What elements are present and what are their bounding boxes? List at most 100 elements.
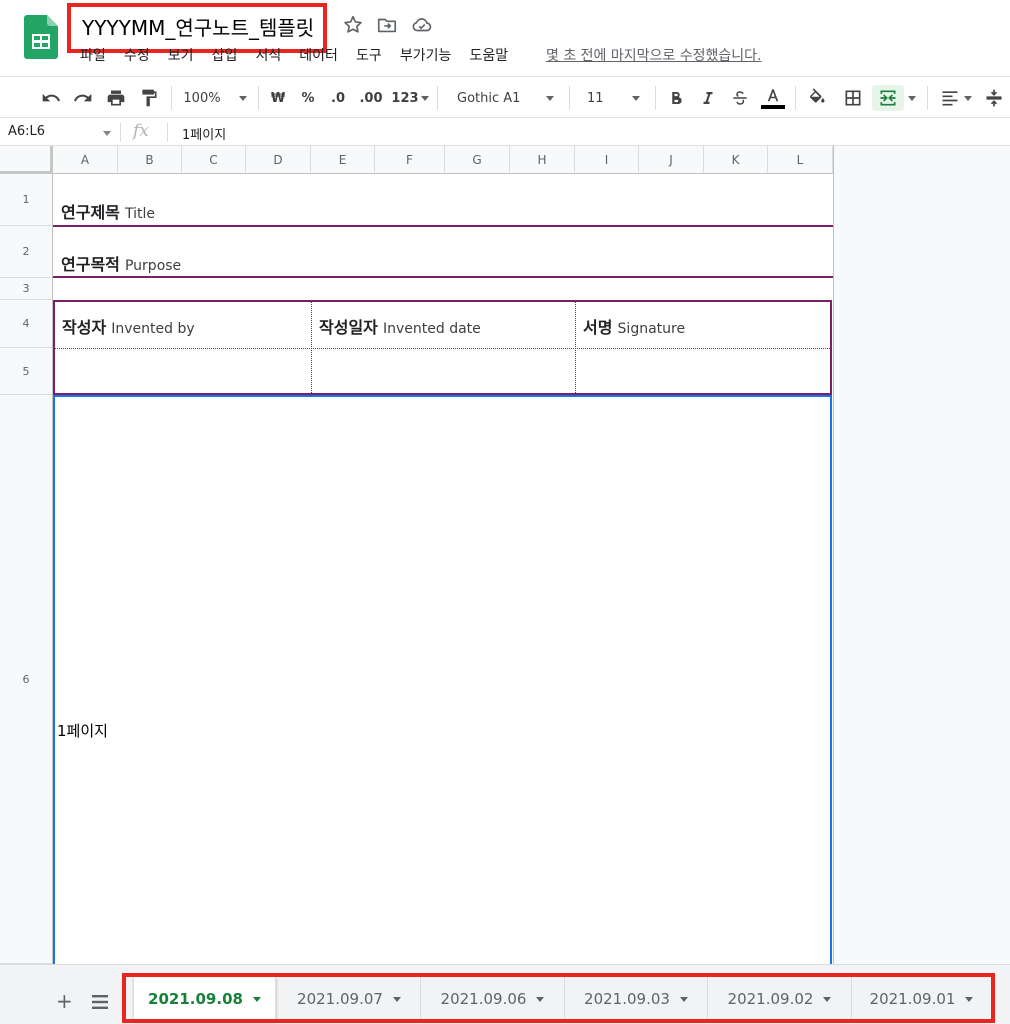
chevron-down-icon — [546, 95, 554, 101]
menu-edit[interactable]: 수정 — [124, 45, 150, 65]
spreadsheet-grid[interactable]: A B C D E F G H I J K L 1 2 3 4 5 6 연구제목… — [0, 146, 1010, 964]
menu-insert[interactable]: 삽입 — [212, 45, 238, 65]
italic-button[interactable] — [696, 85, 720, 111]
menu-data[interactable]: 데이터 — [299, 45, 338, 65]
column-header-c[interactable]: C — [182, 146, 246, 174]
row-header-6[interactable]: 6 — [0, 395, 53, 964]
sheet-tab-bar: + 2021.09.08 2021.09.07 2021.09.06 2021.… — [0, 964, 1010, 1024]
vertical-align-button[interactable] — [982, 85, 1006, 111]
date-en: Invented date — [382, 321, 481, 337]
signature-header-cell[interactable]: 서명 Signature — [583, 314, 685, 338]
toolbar-divider — [927, 86, 928, 110]
column-header-j[interactable]: J — [639, 146, 704, 174]
select-all-corner[interactable] — [0, 146, 53, 174]
percent-button[interactable]: % — [298, 85, 318, 111]
more-formats-select[interactable]: 123 — [391, 85, 429, 111]
chevron-down-icon — [964, 95, 972, 101]
formula-bar: A6:L6 fx 1페이지 — [0, 119, 1010, 146]
decrease-decimal-button[interactable]: .0 — [326, 85, 350, 111]
currency-button[interactable]: ₩ — [266, 85, 290, 111]
merge-cells-button[interactable] — [872, 85, 904, 111]
row-header-2[interactable]: 2 — [0, 226, 53, 278]
menu-file[interactable]: 파일 — [80, 45, 106, 65]
toolbar-divider — [171, 86, 172, 110]
menu-bar: 파일 수정 보기 삽입 서식 데이터 도구 부가기능 도움말 — [80, 45, 521, 65]
menu-addons[interactable]: 부가기능 — [400, 45, 452, 65]
star-icon[interactable] — [342, 14, 364, 36]
font-size-select[interactable]: 11 — [580, 85, 646, 111]
toolbar-divider — [437, 86, 438, 110]
menu-tools[interactable]: 도구 — [356, 45, 382, 65]
column-header-k[interactable]: K — [704, 146, 768, 174]
font-family-select[interactable]: Gothic A1 — [448, 85, 560, 111]
chevron-down-icon — [238, 95, 247, 101]
row-header-1[interactable]: 1 — [0, 174, 53, 226]
menu-help[interactable]: 도움말 — [470, 45, 509, 65]
text-color-swatch — [761, 104, 785, 109]
research-title-en: Title — [124, 206, 155, 222]
merge-options-button[interactable] — [905, 85, 919, 111]
column-header-b[interactable]: B — [118, 146, 182, 174]
more-formats-label: 123 — [391, 90, 419, 106]
column-header-f[interactable]: F — [375, 146, 445, 174]
move-folder-icon[interactable] — [376, 14, 398, 36]
menu-view[interactable]: 보기 — [168, 45, 194, 65]
menu-format[interactable]: 서식 — [255, 45, 281, 65]
tabs-highlight — [122, 973, 995, 1023]
research-purpose-ko: 연구목적 — [61, 255, 120, 274]
all-sheets-menu-icon[interactable] — [92, 994, 108, 1013]
purpose-underline — [53, 276, 833, 278]
chevron-down-icon — [420, 95, 429, 101]
research-purpose-en: Purpose — [124, 258, 182, 274]
redo-button[interactable] — [70, 85, 96, 111]
increase-decimal-button[interactable]: .00 — [358, 85, 384, 111]
toolbar: 100% ₩ % .0 .00 123 Gothic A1 11 — [0, 76, 1010, 118]
research-purpose-cell[interactable]: 연구목적 Purpose — [61, 251, 181, 275]
signature-ko: 서명 — [583, 318, 613, 337]
column-header-a[interactable]: A — [53, 146, 118, 174]
decrease-decimal-label: .0 — [331, 90, 345, 106]
formula-input[interactable]: 1페이지 — [182, 124, 226, 143]
author-ko: 작성자 — [62, 318, 107, 337]
research-title-ko: 연구제목 — [61, 203, 120, 222]
column-header-l[interactable]: L — [768, 146, 833, 174]
print-button[interactable] — [103, 85, 129, 111]
date-ko: 작성일자 — [319, 318, 378, 337]
row-header-5[interactable]: 5 — [0, 348, 53, 395]
author-header-cell[interactable]: 작성자 Invented by — [62, 314, 195, 338]
column-header-e[interactable]: E — [311, 146, 375, 174]
date-header-cell[interactable]: 작성일자 Invented date — [319, 314, 481, 338]
chevron-down-icon[interactable] — [103, 131, 111, 136]
toolbar-divider — [258, 86, 259, 110]
paint-format-button[interactable] — [136, 85, 162, 111]
fill-color-button[interactable] — [804, 85, 830, 111]
last-edit-link[interactable]: 몇 초 전에 마지막으로 수정했습니다. — [546, 45, 761, 65]
document-title[interactable]: YYYYMM_연구노트_템플릿 — [82, 12, 314, 41]
column-header-d[interactable]: D — [246, 146, 311, 174]
column-header-i[interactable]: I — [575, 146, 639, 174]
horizontal-align-select[interactable] — [936, 85, 976, 111]
name-box[interactable]: A6:L6 — [8, 124, 45, 139]
sheets-logo-icon[interactable] — [24, 15, 58, 59]
zoom-select[interactable]: 100% — [180, 85, 250, 111]
row-header-4[interactable]: 4 — [0, 300, 53, 348]
research-title-cell[interactable]: 연구제목 Title — [61, 199, 155, 223]
selected-merged-cell[interactable] — [53, 395, 832, 964]
column-header-h[interactable]: H — [510, 146, 575, 174]
chevron-down-icon — [908, 95, 916, 101]
column-header-g[interactable]: G — [445, 146, 510, 174]
bold-button[interactable] — [664, 85, 688, 111]
app-header: YYYYMM_연구노트_템플릿 파일 수정 보기 삽입 서식 데이터 도구 부가… — [0, 0, 1010, 76]
text-color-button[interactable] — [760, 85, 786, 111]
chevron-down-icon — [632, 95, 640, 101]
strikethrough-button[interactable] — [728, 85, 752, 111]
table-divider — [55, 348, 830, 349]
font-family-value: Gothic A1 — [457, 90, 521, 106]
title-underline — [53, 225, 833, 227]
row-header-3[interactable]: 3 — [0, 278, 53, 300]
borders-button[interactable] — [840, 85, 866, 111]
add-sheet-button[interactable]: + — [56, 989, 73, 1013]
toolbar-divider — [569, 86, 570, 110]
undo-button[interactable] — [38, 85, 64, 111]
cloud-saved-icon[interactable] — [411, 14, 433, 36]
